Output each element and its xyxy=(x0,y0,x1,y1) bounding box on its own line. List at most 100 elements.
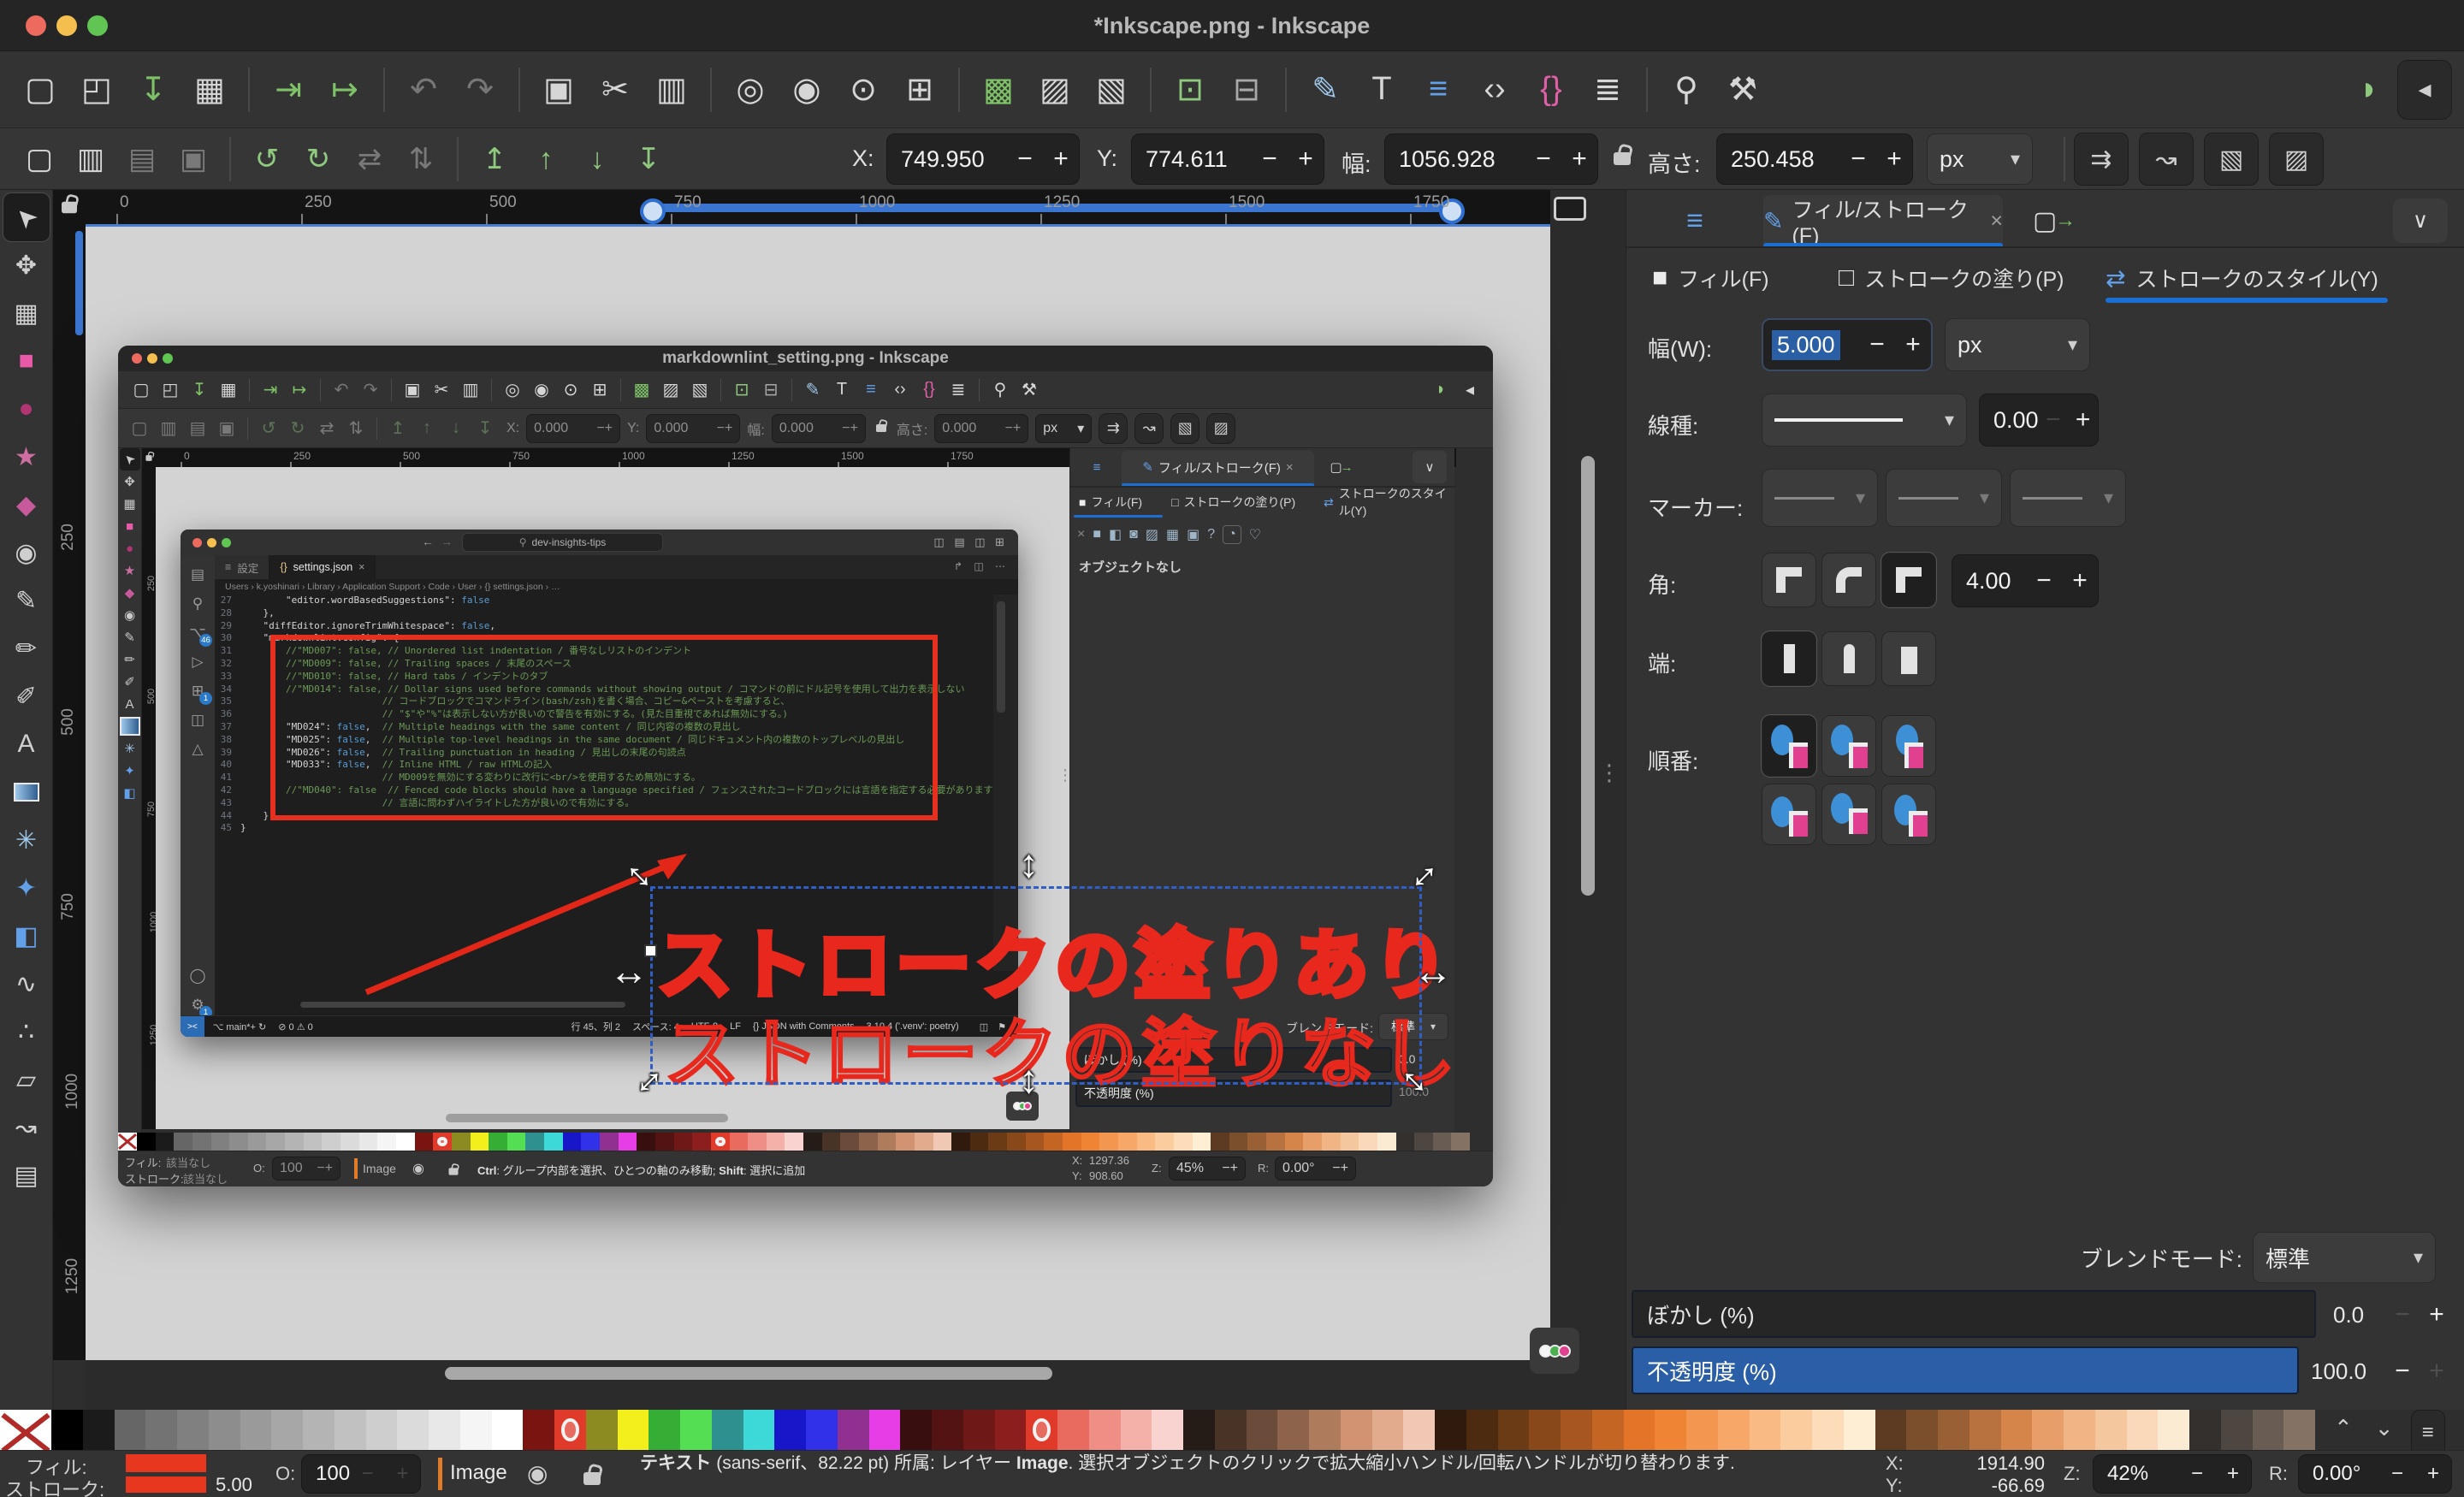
palette-swatch[interactable] xyxy=(397,1410,429,1450)
palette-swatch[interactable] xyxy=(995,1410,1027,1450)
lower-to-bottom-icon[interactable]: ↧ xyxy=(623,135,674,183)
pencil-tool[interactable]: ✏ xyxy=(3,624,50,672)
palette-swatch[interactable] xyxy=(785,1133,803,1151)
palette-swatch[interactable] xyxy=(1341,1410,1372,1450)
palette-swatch[interactable] xyxy=(460,1410,492,1450)
red-annotation-rectangle[interactable] xyxy=(270,635,938,820)
palette-swatch[interactable] xyxy=(174,1133,192,1151)
y-minus[interactable]: − xyxy=(1252,145,1288,174)
palette-swatch[interactable] xyxy=(1137,1133,1156,1151)
palette-swatch[interactable] xyxy=(1285,1133,1304,1151)
opacity-minus[interactable]: − xyxy=(2384,1357,2420,1386)
stroke-color-swatch[interactable] xyxy=(126,1476,206,1493)
palette-swatch[interactable] xyxy=(951,1133,970,1151)
palette-swatch[interactable] xyxy=(1152,1410,1183,1450)
palette-swatch[interactable] xyxy=(1403,1410,1435,1450)
palette-swatch[interactable] xyxy=(492,1410,524,1450)
palette-swatch[interactable] xyxy=(1211,1133,1229,1151)
text-tool[interactable]: A xyxy=(120,693,140,715)
palette-swatch[interactable] xyxy=(1341,1133,1359,1151)
palette-swatch[interactable] xyxy=(1414,1133,1433,1151)
unlink-clone-icon[interactable]: ▧ xyxy=(1083,63,1140,116)
paste-icon[interactable]: ▥ xyxy=(643,63,700,116)
palette-swatch[interactable] xyxy=(1303,1133,1322,1151)
paint-order-4-button[interactable] xyxy=(1762,784,1816,845)
palette-swatch[interactable] xyxy=(915,1133,933,1151)
spray-tool[interactable]: ∴ xyxy=(3,1008,50,1056)
palette-swatch[interactable] xyxy=(1498,1410,1530,1450)
palette-swatch[interactable] xyxy=(335,1410,366,1450)
paint-order-2-button[interactable] xyxy=(1821,715,1876,777)
palette-swatch[interactable] xyxy=(1969,1410,2001,1450)
palette-swatch[interactable] xyxy=(303,1410,335,1450)
minimize-window-button[interactable] xyxy=(56,15,77,36)
gradient-tool[interactable] xyxy=(3,768,50,816)
palette-swatch[interactable] xyxy=(1183,1410,1215,1450)
x-minus[interactable]: − xyxy=(1007,145,1043,174)
tab-stroke-paint[interactable]: □ストロークの塗り(P) xyxy=(1839,258,2064,298)
palette-swatch[interactable] xyxy=(211,1133,230,1151)
y-plus[interactable]: + xyxy=(1288,145,1324,174)
palette-swatch[interactable] xyxy=(471,1133,489,1151)
palette-swatch[interactable] xyxy=(1655,1410,1686,1450)
palette-swatch[interactable] xyxy=(748,1133,767,1151)
selector-tool[interactable]: ➤ xyxy=(3,193,50,241)
palette-swatch[interactable] xyxy=(554,1410,586,1450)
zoom-field[interactable]: 42%−+ xyxy=(2093,1454,2252,1494)
start-marker-dropdown[interactable]: ▾ xyxy=(1762,469,1878,527)
palette-swatch[interactable] xyxy=(2189,1410,2221,1450)
layer-lock-icon[interactable] xyxy=(583,1472,601,1485)
palette-swatch[interactable] xyxy=(637,1133,655,1151)
dash-pattern-dropdown[interactable]: ▾ xyxy=(1762,393,1967,447)
width-plus[interactable]: + xyxy=(1561,145,1597,174)
xml-editor-icon[interactable]: ‹› xyxy=(1466,63,1523,116)
palette-swatch[interactable] xyxy=(1466,1410,1498,1450)
scale-corners-toggle[interactable]: ↝ xyxy=(2139,133,2194,186)
stroke-width-plus[interactable]: + xyxy=(1895,330,1931,359)
select-all-layers-icon[interactable]: ▥ xyxy=(65,135,116,183)
palette-swatch[interactable] xyxy=(1624,1410,1656,1450)
stroke-width-field[interactable]: 5.000 −+ xyxy=(1762,318,1933,371)
eraser-tool[interactable]: ▱ xyxy=(3,1056,50,1104)
palette-swatch[interactable] xyxy=(859,1133,878,1151)
cap-round-button[interactable] xyxy=(1821,631,1876,686)
palette-swatch[interactable] xyxy=(896,1133,915,1151)
palette-swatch[interactable] xyxy=(1875,1410,1907,1450)
align-distribute-icon[interactable]: ≣ xyxy=(1579,63,1636,116)
stretch-handle-e[interactable]: ↔ xyxy=(1413,951,1453,991)
palette-swatch[interactable] xyxy=(2095,1410,2127,1450)
join-miter-button[interactable] xyxy=(1762,553,1816,607)
palette-swatch[interactable] xyxy=(1081,1133,1100,1151)
rectangle-tool[interactable]: ■ xyxy=(3,337,50,385)
paint-order-1-button[interactable] xyxy=(1762,715,1816,777)
flip-vertical-icon[interactable]: ⇅ xyxy=(395,135,447,183)
palette-swatch[interactable] xyxy=(192,1133,211,1151)
pencil-tool[interactable]: ✏ xyxy=(120,648,140,671)
palette-swatch[interactable] xyxy=(2158,1410,2189,1450)
fill-color-swatch[interactable] xyxy=(126,1454,206,1472)
palette-swatch[interactable] xyxy=(1247,1133,1266,1151)
palette-swatch[interactable] xyxy=(2064,1410,2095,1450)
palette-swatch[interactable] xyxy=(655,1133,674,1151)
palette-swatch[interactable] xyxy=(2001,1410,2033,1450)
palette-swatch[interactable] xyxy=(1026,1410,1057,1450)
create-clone-icon[interactable]: ▨ xyxy=(1027,63,1083,116)
fill-stroke-dialog-tab[interactable]: ✎ フィル/ストローク(F) × xyxy=(1763,195,2003,246)
star-tool[interactable]: ★ xyxy=(120,559,140,582)
palette-swatch[interactable] xyxy=(359,1133,378,1151)
palette-swatch[interactable] xyxy=(51,1410,83,1450)
pen-tool[interactable]: ✎ xyxy=(120,626,140,648)
close-dialog-icon[interactable]: × xyxy=(1990,209,2003,234)
copy-icon[interactable]: ▣ xyxy=(530,63,587,116)
stroke-width-unit-dropdown[interactable]: px▾ xyxy=(1945,318,2090,371)
opacity-slider[interactable]: 不透明度 (%) xyxy=(1632,1346,2299,1394)
group-icon[interactable]: ⊡ xyxy=(1162,63,1218,116)
ungroup-icon[interactable]: ⊟ xyxy=(1218,63,1275,116)
redo-icon[interactable]: ↷ xyxy=(452,63,508,116)
ellipse-tool[interactable]: ● xyxy=(120,537,140,559)
selector-tool[interactable]: ➤ xyxy=(120,448,140,470)
palette-swatch[interactable] xyxy=(452,1133,471,1151)
paint-bucket-tool[interactable]: ◧ xyxy=(120,782,140,804)
selection-anchor[interactable] xyxy=(644,944,657,957)
palette-swatch[interactable] xyxy=(2253,1410,2284,1450)
